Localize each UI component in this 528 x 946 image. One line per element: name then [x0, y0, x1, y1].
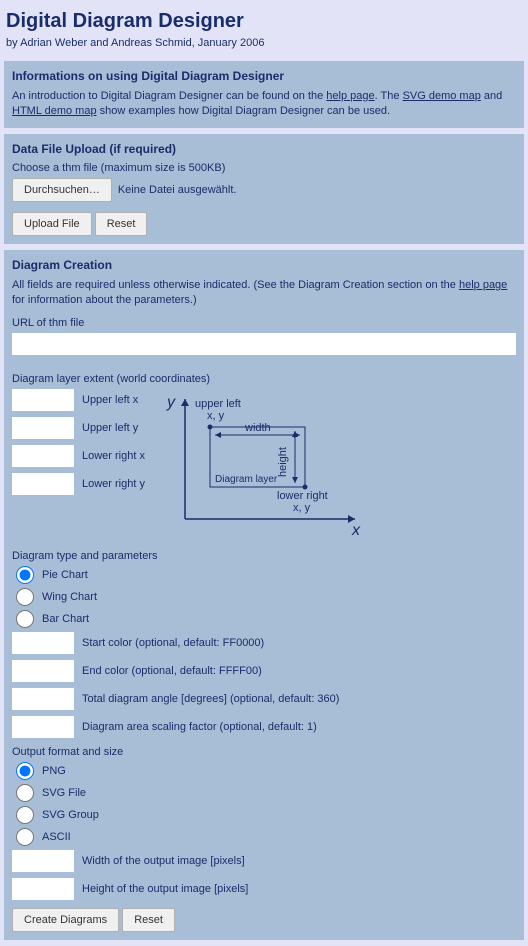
info-text-mid1: . The	[375, 90, 403, 102]
end-color-input[interactable]	[12, 660, 74, 682]
start-color-input[interactable]	[12, 632, 74, 654]
svg-demo-link[interactable]: SVG demo map	[403, 90, 481, 102]
creation-panel: Diagram Creation All fields are required…	[4, 250, 524, 940]
extent-label: Diagram layer extent (world coordinates)	[12, 373, 516, 385]
info-text-mid2: and	[481, 90, 502, 102]
info-text-post: show examples how Digital Diagram Design…	[97, 105, 390, 117]
bar-chart-label: Bar Chart	[42, 613, 89, 625]
lower-right-text: lower right	[277, 490, 328, 502]
lower-right-y-input[interactable]	[12, 473, 74, 495]
output-label: Output format and size	[12, 746, 516, 758]
info-text-pre: An introduction to Digital Diagram Desig…	[12, 90, 326, 102]
coordinate-diagram-svg: y x upper left x, y width height Diagram…	[155, 389, 365, 539]
upper-left-y-label: Upper left y	[82, 422, 138, 434]
create-diagrams-button[interactable]: Create Diagrams	[12, 908, 119, 932]
lower-right-x-label: Lower right x	[82, 450, 145, 462]
svg-group-radio[interactable]	[16, 806, 34, 824]
height-text: height	[277, 447, 289, 477]
info-panel-title: Informations on using Digital Diagram De…	[12, 69, 516, 83]
png-label: PNG	[42, 765, 66, 777]
lower-right-x-input[interactable]	[12, 445, 74, 467]
info-panel-text: An introduction to Digital Diagram Desig…	[12, 89, 516, 120]
help-page-link[interactable]: help page	[326, 90, 374, 102]
bar-chart-radio[interactable]	[16, 610, 34, 628]
url-input[interactable]	[12, 333, 516, 355]
url-label: URL of thm file	[12, 317, 516, 329]
creation-help-link[interactable]: help page	[459, 279, 507, 291]
scale-input[interactable]	[12, 716, 74, 738]
upper-left-y-input[interactable]	[12, 417, 74, 439]
creation-reset-button[interactable]: Reset	[122, 908, 175, 932]
lr-xy-text: x, y	[293, 502, 311, 514]
byline: by Adrian Weber and Andreas Schmid, Janu…	[6, 37, 528, 49]
output-width-input[interactable]	[12, 850, 74, 872]
upper-left-x-label: Upper left x	[82, 394, 138, 406]
layer-text: Diagram layer	[215, 474, 278, 485]
width-text: width	[244, 422, 271, 434]
lower-right-y-label: Lower right y	[82, 478, 145, 490]
svg-file-radio[interactable]	[16, 784, 34, 802]
ascii-label: ASCII	[42, 831, 71, 843]
angle-label: Total diagram angle [degrees] (optional,…	[82, 693, 339, 705]
creation-panel-title: Diagram Creation	[12, 258, 516, 272]
ul-xy-text: x, y	[207, 410, 225, 422]
info-panel: Informations on using Digital Diagram De…	[4, 61, 524, 128]
no-file-selected-text: Keine Datei ausgewählt.	[118, 184, 237, 196]
browse-button[interactable]: Durchsuchen…	[12, 178, 112, 202]
scale-label: Diagram area scaling factor (optional, d…	[82, 721, 317, 733]
png-radio[interactable]	[16, 762, 34, 780]
x-axis-label: x	[351, 522, 361, 539]
y-axis-label: y	[166, 394, 176, 411]
ascii-radio[interactable]	[16, 828, 34, 846]
upload-file-button[interactable]: Upload File	[12, 212, 92, 236]
choose-file-label: Choose a thm file (maximum size is 500KB…	[12, 162, 516, 174]
pie-chart-radio[interactable]	[16, 566, 34, 584]
extent-diagram: y x upper left x, y width height Diagram…	[155, 389, 516, 542]
upper-left-text: upper left	[195, 398, 241, 410]
upper-left-x-input[interactable]	[12, 389, 74, 411]
end-color-label: End color (optional, default: FFFF00)	[82, 665, 262, 677]
upload-panel-title: Data File Upload (if required)	[12, 142, 516, 156]
svg-group-label: SVG Group	[42, 809, 99, 821]
output-height-label: Height of the output image [pixels]	[82, 883, 248, 895]
page-title: Digital Diagram Designer	[6, 10, 528, 33]
output-height-input[interactable]	[12, 878, 74, 900]
pie-chart-label: Pie Chart	[42, 569, 88, 581]
output-width-label: Width of the output image [pixels]	[82, 855, 245, 867]
svg-file-label: SVG File	[42, 787, 86, 799]
upload-panel: Data File Upload (if required) Choose a …	[4, 134, 524, 244]
wing-chart-label: Wing Chart	[42, 591, 97, 603]
creation-desc-pre: All fields are required unless otherwise…	[12, 279, 459, 291]
angle-input[interactable]	[12, 688, 74, 710]
wing-chart-radio[interactable]	[16, 588, 34, 606]
creation-desc: All fields are required unless otherwise…	[12, 278, 516, 309]
type-label: Diagram type and parameters	[12, 550, 516, 562]
upload-reset-button[interactable]: Reset	[95, 212, 148, 236]
html-demo-link[interactable]: HTML demo map	[12, 105, 97, 117]
start-color-label: Start color (optional, default: FF0000)	[82, 637, 264, 649]
creation-desc-post: for information about the parameters.)	[12, 294, 197, 306]
